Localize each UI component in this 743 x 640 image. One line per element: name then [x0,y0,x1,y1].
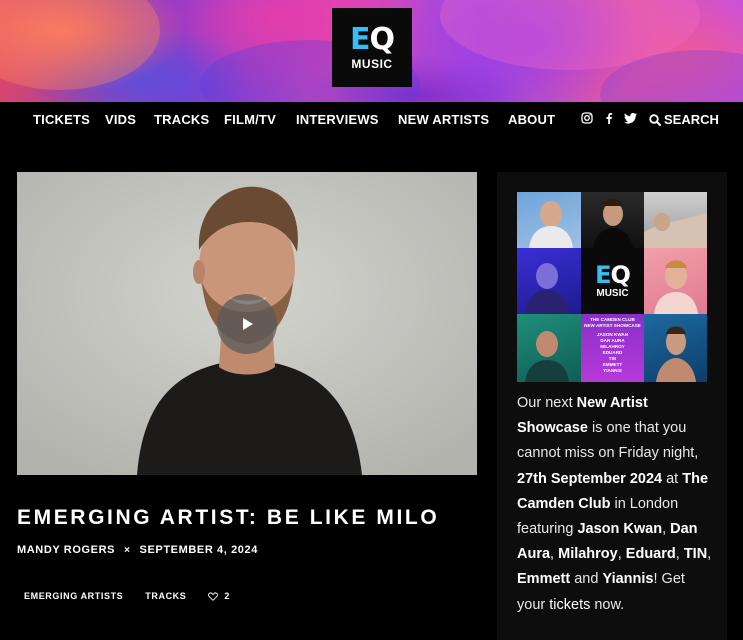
artist-name: Eduard [625,546,676,563]
like-button[interactable]: 2 [208,591,230,601]
post-author[interactable]: MANDY ROGERS [17,544,115,556]
promo-photo [517,248,581,314]
heart-icon [208,592,219,601]
play-icon [243,318,253,330]
instagram-icon[interactable] [581,112,593,127]
artist-name: Milahroy [558,546,618,563]
logo-mark: EQ [349,21,395,57]
tag-emerging-artists[interactable]: EMERGING ARTISTS [24,591,123,601]
nav-item-interviews[interactable]: INTERVIEWS [296,112,379,127]
promo-logo-mark: EQ [595,261,631,289]
banner-swirl [0,0,160,90]
post-tags: EMERGING ARTISTS TRACKS 2 [24,591,230,601]
text-segment: Our next [517,395,577,411]
like-count: 2 [224,591,230,601]
search-icon [649,113,661,126]
promo-photo [517,314,581,382]
promo-logo-subtitle: MUSIC [596,288,629,299]
site-logo[interactable]: EQ MUSIC [332,8,412,87]
play-button[interactable] [217,294,277,354]
text-segment: and [570,571,603,588]
promo-photo [644,192,707,248]
text-segment: , [707,546,712,563]
nav-item-about[interactable]: ABOUT [508,112,555,127]
nav-item-film-tv[interactable]: FILM/TV [224,112,276,127]
text-segment: now. [590,596,625,613]
meta-separator: × [124,544,131,556]
text-segment: at [662,470,683,487]
text-segment: , [675,546,684,563]
artist-name: Emmett [517,571,571,588]
text-segment: , [617,546,626,563]
search-label: SEARCH [664,112,719,127]
header-banner: EQ MUSIC [0,0,743,102]
lineup-artist: YIANNIS [603,368,622,373]
post-date: SEPTEMBER 4, 2024 [139,544,258,556]
text-segment: , [550,546,559,563]
nav-item-new-artists[interactable]: NEW ARTISTS [398,112,489,127]
logo-letter-e: E [349,21,370,57]
nav-item-tracks[interactable]: TRACKS [154,112,209,127]
nav-item-tickets[interactable]: TICKETS [33,112,90,127]
logo-subtitle: MUSIC [351,56,393,71]
promo-photo [581,192,644,248]
search-button[interactable]: SEARCH [649,112,719,127]
tickets-link[interactable]: tickets [549,597,590,613]
event-date: 27th September 2024 [517,470,663,487]
showcase-promo-image[interactable]: EQ MUSIC THE CAMDEN CLUB NEW ARTIST SHOW… [517,192,707,382]
promo-photo [644,248,707,314]
facebook-icon[interactable] [605,112,613,127]
tag-tracks[interactable]: TRACKS [145,591,186,601]
artist-name: Yiannis [602,571,654,588]
artist-name: Jason Kwan [577,521,663,538]
post-meta: MANDY ROGERS × SEPTEMBER 4, 2024 [17,544,258,556]
twitter-icon[interactable] [624,113,637,127]
promo-photo [517,192,581,248]
promo-logo-letter-q: Q [610,261,631,289]
main-nav: TICKETS VIDS TRACKS FILM/TV INTERVIEWS N… [0,102,743,138]
artist-name: TIN [683,546,708,563]
promo-logo: EQ MUSIC [581,248,644,314]
text-segment: , [662,521,671,538]
promo-lineup-poster: THE CAMDEN CLUB NEW ARTIST SHOWCASE JASO… [581,314,644,382]
promo-logo-letter-e: E [595,261,611,289]
post-title[interactable]: EMERGING ARTIST: BE LIKE MILO [17,506,439,530]
nav-item-vids[interactable]: VIDS [105,112,136,127]
logo-letter-q: Q [369,21,394,57]
showcase-announcement: Our next New Artist Showcase is one that… [517,391,717,618]
promo-photo [644,314,707,382]
lineup-event: NEW ARTIST SHOWCASE [584,323,641,328]
